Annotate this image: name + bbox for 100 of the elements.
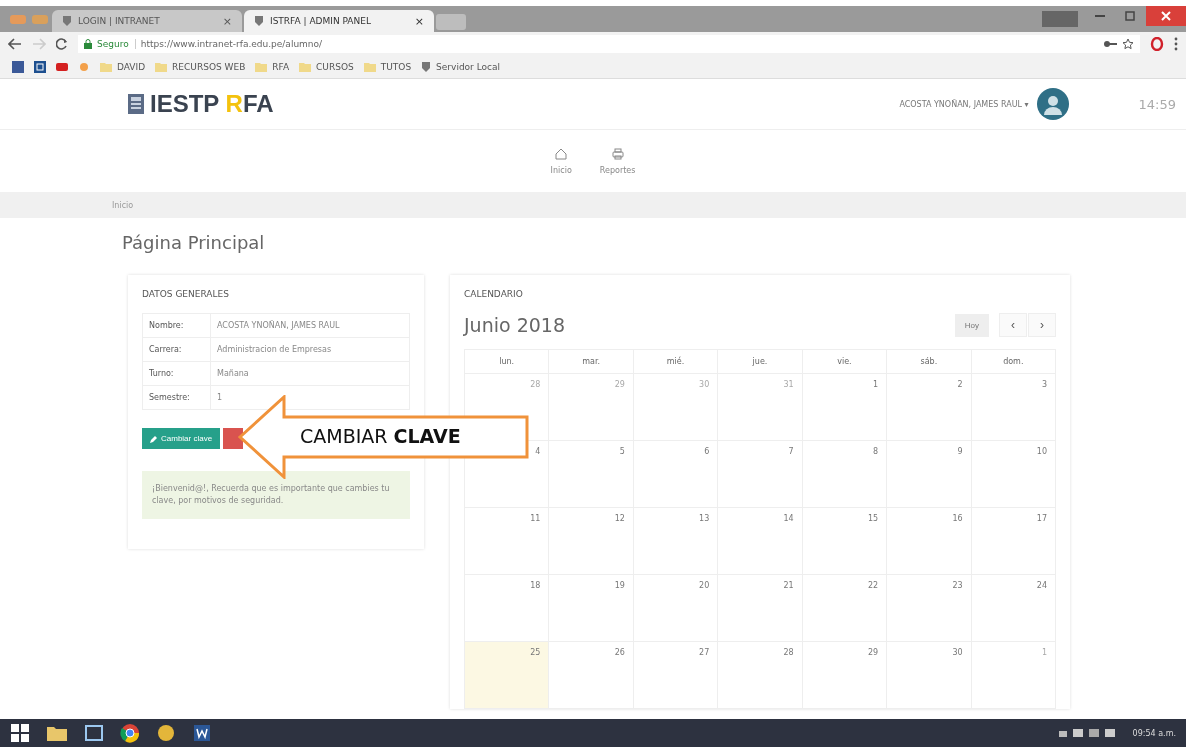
day-cell[interactable]: 15 bbox=[802, 508, 888, 575]
day-cell[interactable]: 17 bbox=[971, 508, 1056, 575]
month-title: Junio 2018 bbox=[464, 314, 565, 336]
day-number: 18 bbox=[530, 581, 541, 590]
close-icon[interactable] bbox=[1146, 6, 1186, 26]
notice-message: ¡Bienvenid@!, Recuerda que es importante que cambies tu clave, por motivos de seguridad. bbox=[142, 471, 410, 519]
day-cell[interactable]: 3 bbox=[971, 374, 1056, 441]
folder-icon bbox=[100, 62, 112, 72]
nav-link[interactable]: Reportes bbox=[599, 147, 636, 175]
day-number: 24 bbox=[1036, 581, 1047, 590]
day-cell[interactable]: 30 bbox=[633, 374, 719, 441]
day-cell[interactable]: 2 bbox=[887, 374, 972, 441]
window-icon[interactable] bbox=[84, 724, 104, 742]
today-button[interactable]: Hoy bbox=[954, 313, 989, 337]
bookmark-item[interactable]: RFA bbox=[255, 62, 290, 72]
day-number: 28 bbox=[783, 648, 794, 657]
day-cell[interactable]: 7 bbox=[718, 441, 803, 508]
day-cell[interactable]: 27 bbox=[633, 642, 719, 709]
day-cell[interactable]: 21 bbox=[718, 575, 803, 642]
browser-icon[interactable] bbox=[120, 723, 140, 743]
logo-icon bbox=[128, 94, 144, 114]
bookmark-icon[interactable] bbox=[56, 61, 68, 73]
printer-icon bbox=[611, 147, 624, 160]
browser-tab[interactable]: LOGIN | INTRANET × bbox=[52, 10, 242, 32]
bookmark-item[interactable]: DAVID bbox=[100, 62, 146, 72]
shield-icon bbox=[62, 15, 72, 27]
taskbar-clock: 09:54 a.m. bbox=[1132, 728, 1176, 738]
day-cell[interactable]: 5 bbox=[549, 441, 634, 508]
day-number: 28 bbox=[530, 380, 541, 389]
table-cell: Turno: bbox=[142, 361, 211, 386]
nav-link[interactable]: Inicio bbox=[550, 147, 572, 175]
day-cell[interactable]: 9 bbox=[887, 441, 972, 508]
bookmark-item[interactable]: CURSOS bbox=[299, 62, 354, 72]
back-arrow-icon[interactable] bbox=[8, 38, 22, 50]
table-cell: Carrera: bbox=[142, 337, 211, 362]
bookmark-item[interactable]: Servidor Local bbox=[421, 61, 500, 73]
key-icon[interactable] bbox=[1103, 40, 1117, 48]
avatar-icon[interactable] bbox=[1036, 88, 1069, 120]
day-cell[interactable]: 22 bbox=[802, 575, 888, 642]
change-password-button[interactable]: Cambiar clave bbox=[142, 428, 221, 449]
weekday-header: sáb. bbox=[887, 350, 972, 374]
day-cell[interactable]: 19 bbox=[549, 575, 634, 642]
day-cell[interactable]: 16 bbox=[887, 508, 972, 575]
logout-button[interactable] bbox=[223, 428, 244, 449]
breadcrumb-link[interactable]: Inicio bbox=[112, 200, 134, 210]
opera-icon[interactable] bbox=[1150, 37, 1164, 51]
word-icon[interactable] bbox=[192, 723, 212, 743]
windows-start-icon[interactable] bbox=[10, 723, 30, 743]
day-number: 17 bbox=[1036, 514, 1047, 523]
day-cell[interactable]: 31 bbox=[718, 374, 803, 441]
day-cell[interactable]: 29 bbox=[549, 374, 634, 441]
day-cell[interactable]: 6 bbox=[633, 441, 719, 508]
clock-time: 14:59 bbox=[1138, 96, 1176, 112]
shield-icon bbox=[254, 15, 264, 27]
day-cell[interactable]: 23 bbox=[887, 575, 972, 642]
day-cell[interactable]: 8 bbox=[802, 441, 888, 508]
day-cell[interactable]: 13 bbox=[633, 508, 719, 575]
card-title: CALENDARIO bbox=[464, 289, 524, 299]
address-bar[interactable]: Seguro https://www.intranet-rfa.edu.pe/alumno/ bbox=[78, 35, 1140, 53]
home-icon bbox=[555, 147, 568, 160]
day-cell[interactable]: 26 bbox=[549, 642, 634, 709]
day-cell[interactable]: 14 bbox=[718, 508, 803, 575]
day-cell[interactable]: 29 bbox=[802, 642, 888, 709]
user-menu[interactable]: ACOSTA YNOÑAN, JAMES RAUL ▾ bbox=[899, 99, 1029, 109]
day-number: 31 bbox=[783, 380, 794, 389]
day-cell[interactable]: 11 bbox=[465, 508, 550, 575]
menu-icon[interactable] bbox=[1174, 37, 1178, 51]
day-cell[interactable]: 30 bbox=[887, 642, 972, 709]
day-cell[interactable]: 1 bbox=[802, 374, 888, 441]
day-number: 10 bbox=[1036, 447, 1047, 456]
previous-button[interactable]: ‹ bbox=[999, 313, 1027, 337]
logo-text: IESTP RFA bbox=[150, 90, 274, 118]
app-icon[interactable] bbox=[156, 723, 176, 743]
shield-icon bbox=[421, 61, 432, 73]
day-number: 29 bbox=[867, 648, 879, 657]
next-button[interactable]: › bbox=[1028, 313, 1056, 337]
day-cell[interactable]: 24 bbox=[971, 575, 1056, 642]
day-number: 1 bbox=[1041, 648, 1047, 657]
day-cell[interactable]: 10 bbox=[971, 441, 1056, 508]
day-number: 27 bbox=[699, 648, 710, 657]
folder-icon bbox=[255, 62, 268, 72]
bookmark-icon[interactable] bbox=[34, 61, 46, 73]
bookmark-item[interactable]: TUTOS bbox=[363, 62, 412, 72]
day-number: 20 bbox=[699, 581, 710, 590]
day-number: 6 bbox=[704, 447, 710, 456]
browser-tab[interactable]: ISTRFA | ADMIN PANEL × bbox=[244, 10, 434, 32]
bookmark-item[interactable]: RECURSOS WEB bbox=[155, 62, 246, 72]
day-cell[interactable]: 12 bbox=[549, 508, 634, 575]
day-cell[interactable]: 28 bbox=[718, 642, 803, 709]
day-number: 11 bbox=[530, 514, 541, 523]
reload-icon[interactable] bbox=[56, 38, 68, 50]
day-cell[interactable]: 20 bbox=[633, 575, 719, 642]
tray-icons[interactable] bbox=[1056, 727, 1117, 739]
day-number: 26 bbox=[614, 648, 625, 657]
table-cell: Nombre: bbox=[142, 313, 211, 338]
pencil-icon bbox=[150, 434, 158, 443]
today-cell[interactable]: 25 bbox=[465, 642, 550, 709]
star-icon[interactable] bbox=[1122, 38, 1134, 50]
folder-icon[interactable] bbox=[46, 724, 68, 742]
weekday-header: mié. bbox=[633, 350, 719, 374]
